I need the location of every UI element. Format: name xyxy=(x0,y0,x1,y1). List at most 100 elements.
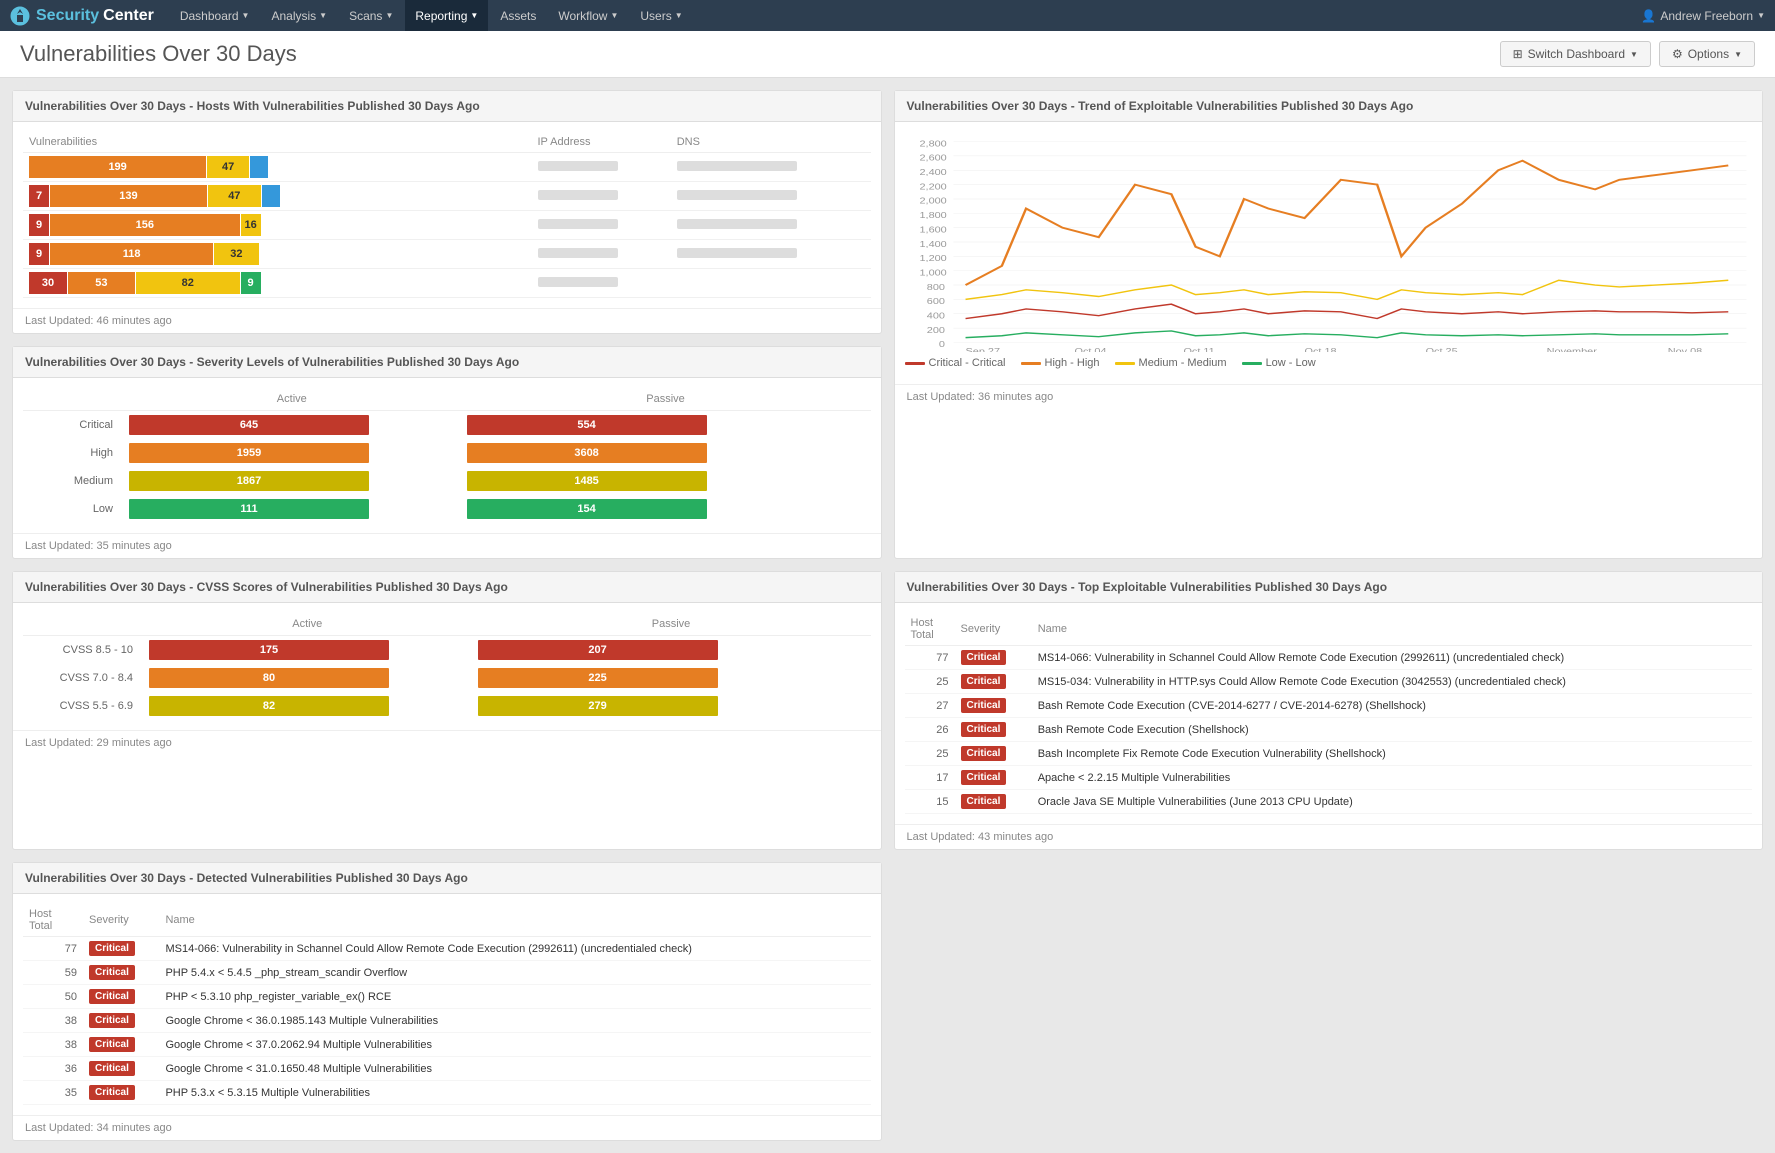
switch-caret: ▼ xyxy=(1630,50,1638,59)
table-row: 50 Critical PHP < 5.3.10 php_register_va… xyxy=(23,985,871,1009)
nav-reporting[interactable]: Reporting ▼ xyxy=(405,0,488,31)
vuln-hosts-table: Vulnerabilities IP Address DNS 199 47 xyxy=(23,132,871,298)
brand-logo[interactable]: SecurityCenter xyxy=(10,6,154,26)
legend-high: High - High xyxy=(1021,357,1100,369)
panel4-header: Vulnerabilities Over 30 Days - Trend of … xyxy=(895,91,1763,122)
svg-text:2,800: 2,800 xyxy=(919,139,947,149)
detected-col-host: Host Total xyxy=(23,904,83,937)
sev-col-active: Active xyxy=(123,388,461,411)
table-row: 59 Critical PHP 5.4.x < 5.4.5 _php_strea… xyxy=(23,961,871,985)
nav-users[interactable]: Users ▼ xyxy=(630,0,692,31)
table-row: CVSS 7.0 - 8.4 80 225 xyxy=(23,664,871,692)
table-row: 30 53 82 9 xyxy=(23,269,871,298)
user-caret: ▼ xyxy=(1757,11,1765,20)
panel-detected-vulnerabilities: Vulnerabilities Over 30 Days - Detected … xyxy=(12,862,882,1141)
nav-menu: Dashboard ▼ Analysis ▼ Scans ▼ Reporting… xyxy=(170,0,693,31)
panel-severity-levels: Vulnerabilities Over 30 Days - Severity … xyxy=(12,346,882,559)
nav-user[interactable]: 👤 Andrew Freeborn ▼ xyxy=(1641,9,1765,23)
nav-dashboard[interactable]: Dashboard ▼ xyxy=(170,0,260,31)
options-button[interactable]: ⚙ Options ▼ xyxy=(1659,41,1755,67)
svg-text:1,400: 1,400 xyxy=(919,240,947,250)
svg-text:Oct 25: Oct 25 xyxy=(1425,347,1458,352)
svg-text:1,600: 1,600 xyxy=(919,225,947,235)
table-row: 77 Critical MS14-066: Vulnerability in S… xyxy=(905,646,1753,670)
nav-scans[interactable]: Scans ▼ xyxy=(339,0,403,31)
table-row: 77 Critical MS14-066: Vulnerability in S… xyxy=(23,937,871,961)
svg-text:1,200: 1,200 xyxy=(919,254,947,264)
svg-text:400: 400 xyxy=(926,312,945,322)
panel2-header: Vulnerabilities Over 30 Days - Severity … xyxy=(13,347,881,378)
panel4-footer: Last Updated: 36 minutes ago xyxy=(895,384,1763,409)
panel6-header: Vulnerabilities Over 30 Days - Detected … xyxy=(13,863,881,894)
nav-analysis[interactable]: Analysis ▼ xyxy=(261,0,337,31)
table-row: 7 139 47 xyxy=(23,182,871,211)
cvss-table: Active Passive CVSS 8.5 - 10 175 207 CVS… xyxy=(23,613,871,720)
options-caret: ▼ xyxy=(1734,50,1742,59)
dashboard-caret: ▼ xyxy=(242,11,250,20)
table-row: Low 111 154 xyxy=(23,495,871,523)
panel6-footer: Last Updated: 34 minutes ago xyxy=(13,1115,881,1140)
cvss-col-passive: Passive xyxy=(472,613,871,636)
svg-text:1,800: 1,800 xyxy=(919,211,947,221)
panel5-header: Vulnerabilities Over 30 Days - CVSS Scor… xyxy=(13,572,881,603)
subheader: Vulnerabilities Over 30 Days ⊞ Switch Da… xyxy=(0,31,1775,78)
cvss-col-active: Active xyxy=(143,613,472,636)
panel-top-exploitable: Vulnerabilities Over 30 Days - Top Explo… xyxy=(894,571,1764,850)
main-content: Vulnerabilities Over 30 Days - Hosts Wit… xyxy=(0,78,1775,1153)
table-row: 26 Critical Bash Remote Code Execution (… xyxy=(905,718,1753,742)
detected-col-name: Name xyxy=(159,904,870,937)
table-row: 38 Critical Google Chrome < 36.0.1985.14… xyxy=(23,1009,871,1033)
table-row: CVSS 8.5 - 10 175 207 xyxy=(23,636,871,665)
panel-hosts-vulnerabilities: Vulnerabilities Over 30 Days - Hosts Wit… xyxy=(12,90,882,334)
nav-workflow[interactable]: Workflow ▼ xyxy=(548,0,628,31)
users-caret: ▼ xyxy=(675,11,683,20)
table-row: 17 Critical Apache < 2.2.15 Multiple Vul… xyxy=(905,766,1753,790)
svg-text:November: November xyxy=(1546,347,1597,352)
brand-center: Center xyxy=(103,7,154,25)
col-vulnerabilities: Vulnerabilities xyxy=(23,132,532,153)
table-row: 36 Critical Google Chrome < 31.0.1650.48… xyxy=(23,1057,871,1081)
panel1-header: Vulnerabilities Over 30 Days - Hosts Wit… xyxy=(13,91,881,122)
table-row: High 1959 3608 xyxy=(23,439,871,467)
reporting-caret: ▼ xyxy=(470,11,478,20)
svg-text:1,000: 1,000 xyxy=(919,268,947,278)
brand-sc: Security xyxy=(36,7,99,25)
col-ip: IP Address xyxy=(532,132,671,153)
detected-col-severity: Severity xyxy=(83,904,159,937)
grid-icon: ⊞ xyxy=(1513,47,1523,61)
scans-caret: ▼ xyxy=(385,11,393,20)
table-row: 9 118 32 xyxy=(23,240,871,269)
nav-assets[interactable]: Assets xyxy=(490,0,546,31)
panel-cvss-scores: Vulnerabilities Over 30 Days - CVSS Scor… xyxy=(12,571,882,850)
exploit-col-host: Host Total xyxy=(905,613,955,646)
svg-text:2,200: 2,200 xyxy=(919,182,947,192)
panel5-body: Active Passive CVSS 8.5 - 10 175 207 CVS… xyxy=(13,603,881,730)
table-row: 199 47 xyxy=(23,153,871,182)
panel5-footer: Last Updated: 29 minutes ago xyxy=(13,730,881,755)
svg-text:Nov 08: Nov 08 xyxy=(1667,347,1702,352)
table-row: Medium 1867 1485 xyxy=(23,467,871,495)
exploit-col-severity: Severity xyxy=(955,613,1032,646)
switch-dashboard-button[interactable]: ⊞ Switch Dashboard ▼ xyxy=(1500,41,1651,67)
gear-icon: ⚙ xyxy=(1672,47,1683,61)
svg-text:0: 0 xyxy=(938,340,945,350)
svg-text:2,400: 2,400 xyxy=(919,168,947,178)
panel3-header: Vulnerabilities Over 30 Days - Top Explo… xyxy=(895,572,1763,603)
svg-text:800: 800 xyxy=(926,283,945,293)
svg-text:2,000: 2,000 xyxy=(919,197,947,207)
svg-text:Oct 18: Oct 18 xyxy=(1304,347,1337,352)
panel4-body: .axis-label { font-size: 9px; fill: #999… xyxy=(895,122,1763,384)
cvss-col-label xyxy=(23,613,143,636)
user-icon: 👤 xyxy=(1641,9,1656,23)
table-row: 15 Critical Oracle Java SE Multiple Vuln… xyxy=(905,790,1753,814)
severity-table: Active Passive Critical 645 554 High 195… xyxy=(23,388,871,523)
panel1-footer: Last Updated: 46 minutes ago xyxy=(13,308,881,333)
svg-text:2,600: 2,600 xyxy=(919,154,947,164)
chart-legend: Critical - Critical High - High Medium -… xyxy=(905,352,1753,374)
sev-col-label xyxy=(23,388,123,411)
exploit-table: Host Total Severity Name 77 Critical MS1… xyxy=(905,613,1753,814)
workflow-caret: ▼ xyxy=(610,11,618,20)
table-row: 38 Critical Google Chrome < 37.0.2062.94… xyxy=(23,1033,871,1057)
table-row: Critical 645 554 xyxy=(23,411,871,440)
panel6-body: Host Total Severity Name 77 Critical MS1… xyxy=(13,894,881,1115)
